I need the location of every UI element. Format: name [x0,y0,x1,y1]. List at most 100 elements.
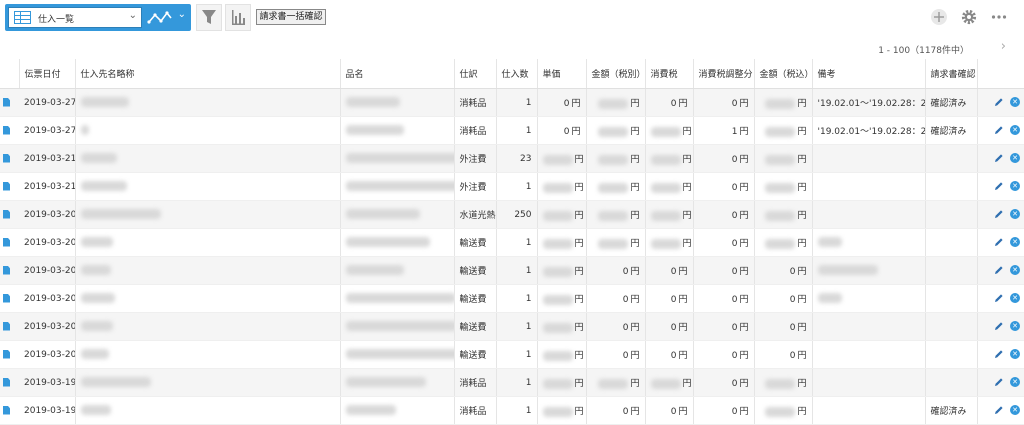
table-row[interactable]: 2019-03-20 輸送費 1 円 0 円 0 円 0 円 0 円 ✕ [0,284,1024,313]
document-icon[interactable] [3,349,10,359]
table-row[interactable]: 2019-03-21 外注費 1 円円円 0 円円 ✕ [0,172,1024,201]
delete-icon[interactable]: ✕ [1010,97,1020,108]
table-row[interactable]: 2019-03-20 輸送費 1 円 0 円 0 円 0 円 0 円 ✕ [0,340,1024,369]
delete-icon[interactable]: ✕ [1010,265,1020,276]
delete-icon[interactable]: ✕ [1010,349,1020,360]
redacted-text [765,154,796,165]
redacted-text [345,349,453,360]
document-icon[interactable] [3,237,10,247]
column-header[interactable]: 消費税 [645,59,694,89]
column-header[interactable]: 金額（税別） [586,59,646,89]
table-row[interactable]: 2019-03-20 輸送費 1 円 0 円 0 円 0 円 0 円 ✕ [0,256,1024,285]
invoice-status: 確認済み [925,396,978,425]
delete-icon[interactable]: ✕ [1010,237,1020,248]
redacted-text [542,210,573,221]
edit-icon[interactable] [994,153,1004,163]
table-row[interactable]: 2019-03-20 輸送費 1 円 0 円 0 円 0 円 0 円 ✕ [0,312,1024,341]
delete-icon[interactable]: ✕ [1010,321,1020,332]
document-icon[interactable] [3,377,10,387]
delete-icon[interactable]: ✕ [1010,153,1020,164]
redacted-text [345,293,453,304]
view-dropdown[interactable]: 仕入一覧 ⌄ [8,7,142,28]
column-header[interactable]: 金額（税込） [754,59,813,89]
document-icon[interactable] [3,209,10,219]
delete-icon[interactable]: ✕ [1010,181,1020,192]
journal-category: 水道光熱 [454,200,497,229]
edit-icon[interactable] [994,349,1004,359]
column-header[interactable]: 仕入数 [496,59,538,89]
table-row[interactable]: 2019-03-27 消耗品 1 0 円円 0 円 0 円円 '19.02.01～'19.02.2… [0,88,1024,117]
table-row[interactable]: 2019-03-19 消耗品 1 円円円 0 円円 ✕ [0,368,1024,397]
document-icon[interactable] [3,181,10,191]
document-icon[interactable] [3,97,10,107]
slip-date: 2019-03-19 [19,396,76,425]
more-icon[interactable] [990,8,1008,26]
redacted-text [345,209,420,220]
bar-chart-icon [232,10,245,25]
edit-icon[interactable] [994,321,1004,331]
redacted-text [598,210,629,221]
column-header[interactable]: 単価 [537,59,587,89]
redacted-text [765,210,796,221]
delete-icon[interactable]: ✕ [1010,209,1020,220]
edit-icon[interactable] [994,293,1004,303]
invoice-status [925,228,978,257]
journal-category: 外注費 [454,144,497,173]
delete-icon[interactable]: ✕ [1010,377,1020,388]
table-row[interactable]: 2019-03-27 消耗品 1 0 円円円 1 円円 '19.02.01～'19.02.28… [0,116,1024,145]
column-header[interactable]: 仕入先名略称 [75,59,341,89]
invoice-status [925,256,978,285]
document-icon[interactable] [3,293,10,303]
redacted-text [598,98,629,109]
edit-icon[interactable] [994,125,1004,135]
document-icon[interactable] [3,265,10,275]
delete-icon[interactable]: ✕ [1010,293,1020,304]
slip-date: 2019-03-20 [19,312,76,341]
edit-icon[interactable] [994,97,1004,107]
table-row[interactable]: 2019-03-21 外注費 23 円円円 0 円円 ✕ [0,144,1024,173]
delete-icon[interactable]: ✕ [1010,125,1020,136]
table-row[interactable]: 2019-03-19 消耗品 1 円 0 円 0 円 0 円円確認済み ✕ [0,396,1024,425]
add-icon[interactable] [930,8,948,26]
invoice-status [925,200,978,229]
toolbar: 仕入一覧 ⌄ ⌄ 請求書一括確認 [0,0,1024,38]
quantity: 1 [496,340,538,369]
redacted-text [345,125,404,136]
edit-icon[interactable] [994,237,1004,247]
quantity: 1 [496,228,538,257]
bulk-invoice-confirm-button[interactable]: 請求書一括確認 [256,9,326,25]
filter-button[interactable] [196,4,222,31]
slip-date: 2019-03-20 [19,228,76,257]
graph-menu-button[interactable]: ⌄ [145,8,189,28]
chart-button[interactable] [225,4,251,31]
table-row[interactable]: 2019-03-20 水道光熱 250 円円円 0 円円 ✕ [0,200,1024,229]
slip-date: 2019-03-20 [19,256,76,285]
invoice-status [925,340,978,369]
invoice-status: 確認済み [925,116,978,145]
document-icon[interactable] [3,125,10,135]
column-header[interactable]: 備考 [812,59,926,89]
edit-icon[interactable] [994,405,1004,415]
column-header[interactable]: 伝票日付 [19,59,76,89]
edit-icon[interactable] [994,265,1004,275]
document-icon[interactable] [3,321,10,331]
view-selector: 仕入一覧 ⌄ ⌄ [5,4,191,31]
table-header: 伝票日付 仕入先名略称 品名 仕訳 仕入数 単価 金額（税別） 消費税 消費税調… [0,59,1024,89]
column-header[interactable]: 消費税調整分 [693,59,755,89]
document-icon[interactable] [3,153,10,163]
edit-icon[interactable] [994,377,1004,387]
delete-icon[interactable]: ✕ [1010,405,1020,416]
table-row[interactable]: 2019-03-20 輸送費 1 円円円 0 円円 ✕ [0,228,1024,257]
gear-icon[interactable] [960,8,978,26]
edit-icon[interactable] [994,209,1004,219]
slip-date: 2019-03-27 [19,88,76,117]
column-header[interactable]: 品名 [340,59,455,89]
redacted-text [598,378,629,389]
document-icon[interactable] [3,405,10,415]
edit-icon[interactable] [994,181,1004,191]
journal-category: 輸送費 [454,256,497,285]
next-page-button[interactable]: › [1001,39,1006,54]
column-header[interactable]: 仕訳 [454,59,497,89]
column-header[interactable]: 請求書確認 [925,59,978,89]
redacted-text [765,182,796,193]
